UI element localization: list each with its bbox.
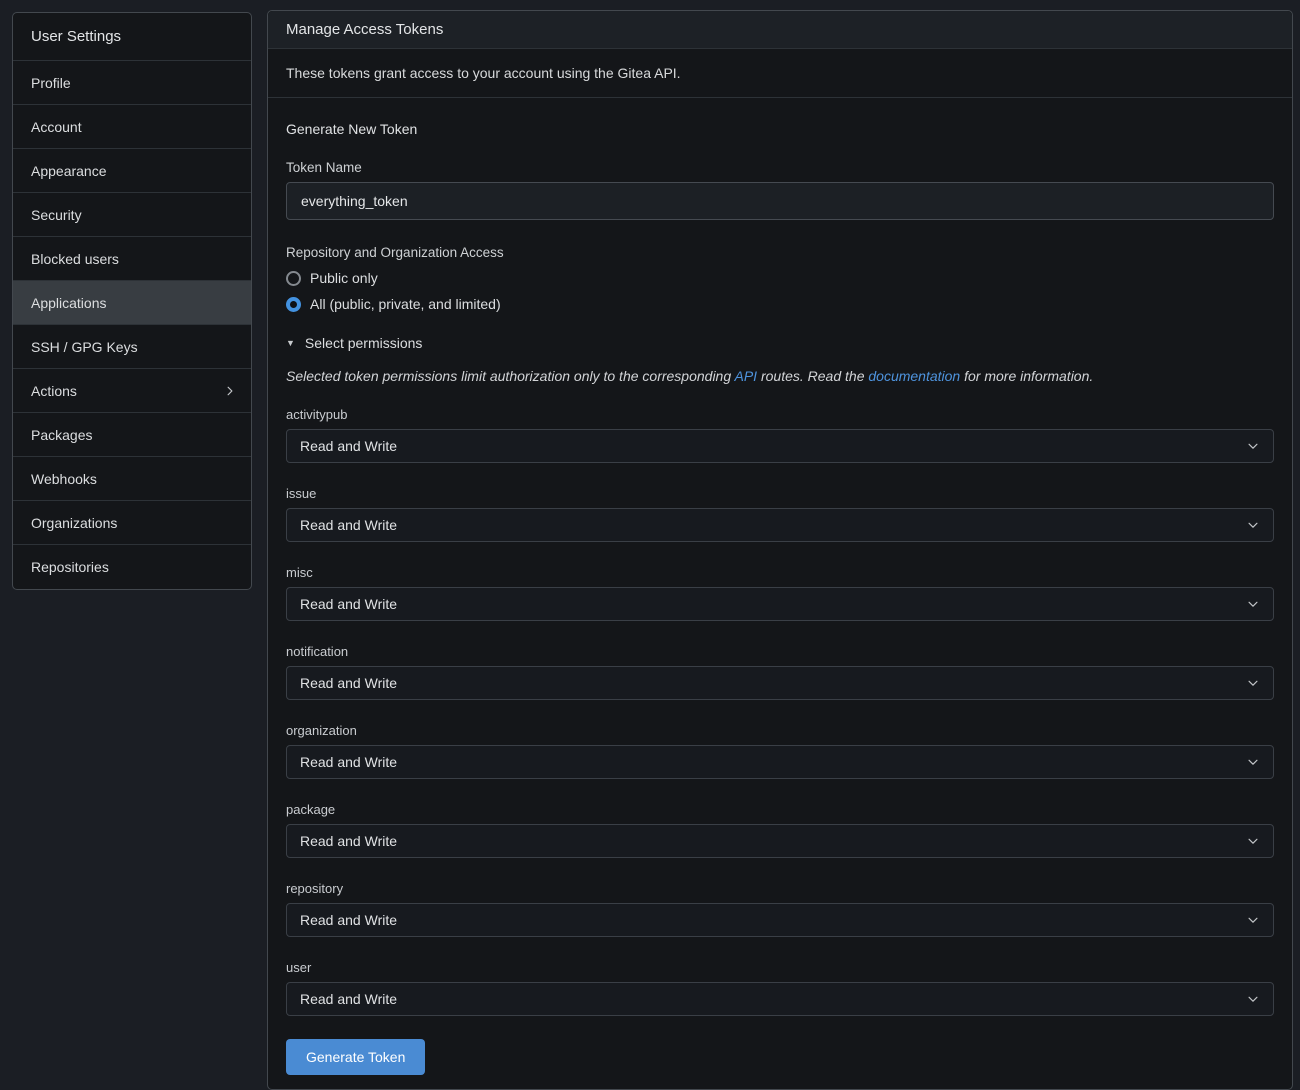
panel-title: Manage Access Tokens	[268, 11, 1292, 49]
sidebar-item-account[interactable]: Account	[13, 105, 251, 149]
selected-option: Read and Write	[300, 833, 397, 849]
sidebar-item-label: Blocked users	[31, 251, 119, 267]
scope-label: package	[286, 802, 1274, 817]
sidebar-item-organizations[interactable]: Organizations	[13, 501, 251, 545]
scope-label: notification	[286, 644, 1274, 659]
chevron-right-icon	[224, 385, 236, 397]
sidebar-item-profile[interactable]: Profile	[13, 61, 251, 105]
scope-group-package: package Read and Write	[286, 802, 1274, 858]
sidebar-item-label: Account	[31, 119, 82, 135]
selected-option: Read and Write	[300, 675, 397, 691]
scope-select-activitypub[interactable]: Read and Write	[286, 429, 1274, 463]
chevron-down-icon	[1246, 755, 1260, 769]
sidebar-title: User Settings	[13, 13, 251, 61]
scope-group-misc: misc Read and Write	[286, 565, 1274, 621]
scope-select-user[interactable]: Read and Write	[286, 982, 1274, 1016]
generate-token-form: Generate New Token Token Name Repository…	[268, 98, 1292, 1089]
sidebar-item-security[interactable]: Security	[13, 193, 251, 237]
sidebar-item-label: Applications	[31, 295, 107, 311]
sidebar-item-ssh-gpg-keys[interactable]: SSH / GPG Keys	[13, 325, 251, 369]
chevron-down-icon	[1246, 439, 1260, 453]
sidebar-item-label: Actions	[31, 383, 77, 399]
sidebar-item-actions[interactable]: Actions	[13, 369, 251, 413]
sidebar-item-label: Webhooks	[31, 471, 97, 487]
page: User Settings Profile Account Appearance…	[0, 0, 1300, 1090]
scope-label: repository	[286, 881, 1274, 896]
scope-group-repository: repository Read and Write	[286, 881, 1274, 937]
sidebar-item-repositories[interactable]: Repositories	[13, 545, 251, 589]
token-name-input[interactable]	[286, 182, 1274, 220]
sidebar-item-label: Packages	[31, 427, 92, 443]
chevron-down-icon	[1246, 597, 1260, 611]
selected-option: Read and Write	[300, 517, 397, 533]
radio-label: All (public, private, and limited)	[310, 296, 501, 312]
sidebar-item-label: Appearance	[31, 163, 107, 179]
caret-down-icon: ▼	[286, 339, 295, 348]
scope-select-misc[interactable]: Read and Write	[286, 587, 1274, 621]
sidebar-item-appearance[interactable]: Appearance	[13, 149, 251, 193]
chevron-down-icon	[1246, 913, 1260, 927]
scope-group-user: user Read and Write	[286, 960, 1274, 1016]
scope-label: organization	[286, 723, 1274, 738]
scope-select-notification[interactable]: Read and Write	[286, 666, 1274, 700]
select-permissions-toggle[interactable]: ▼ Select permissions	[286, 335, 1274, 351]
radio-unchecked-icon	[286, 271, 301, 286]
scope-select-organization[interactable]: Read and Write	[286, 745, 1274, 779]
sidebar-item-label: Organizations	[31, 515, 117, 531]
select-permissions-label: Select permissions	[305, 335, 423, 351]
chevron-down-icon	[1246, 834, 1260, 848]
radio-label: Public only	[310, 270, 378, 286]
chevron-down-icon	[1246, 992, 1260, 1006]
api-link[interactable]: API	[735, 368, 758, 384]
scope-label: user	[286, 960, 1274, 975]
radio-public-only[interactable]: Public only	[286, 270, 1274, 286]
token-name-label: Token Name	[286, 160, 1274, 175]
note-text: Selected token permissions limit authori…	[286, 368, 735, 384]
sidebar-item-packages[interactable]: Packages	[13, 413, 251, 457]
scope-select-package[interactable]: Read and Write	[286, 824, 1274, 858]
permissions-note: Selected token permissions limit authori…	[286, 368, 1274, 384]
scope-select-repository[interactable]: Read and Write	[286, 903, 1274, 937]
sidebar-item-label: Security	[31, 207, 82, 223]
section-title: Generate New Token	[286, 121, 1274, 137]
note-text: for more information.	[960, 368, 1093, 384]
generate-token-button[interactable]: Generate Token	[286, 1039, 425, 1075]
radio-checked-icon	[286, 297, 301, 312]
access-scope-label: Repository and Organization Access	[286, 245, 1274, 260]
documentation-link[interactable]: documentation	[868, 368, 960, 384]
sidebar-item-blocked-users[interactable]: Blocked users	[13, 237, 251, 281]
selected-option: Read and Write	[300, 438, 397, 454]
scope-label: issue	[286, 486, 1274, 501]
scope-group-organization: organization Read and Write	[286, 723, 1274, 779]
selected-option: Read and Write	[300, 596, 397, 612]
note-text: routes. Read the	[757, 368, 868, 384]
selected-option: Read and Write	[300, 754, 397, 770]
sidebar-item-label: Repositories	[31, 559, 109, 575]
settings-sidebar: User Settings Profile Account Appearance…	[12, 12, 252, 590]
sidebar-item-applications[interactable]: Applications	[13, 281, 251, 325]
radio-all-access[interactable]: All (public, private, and limited)	[286, 296, 1274, 312]
chevron-down-icon	[1246, 518, 1260, 532]
selected-option: Read and Write	[300, 991, 397, 1007]
scope-label: activitypub	[286, 407, 1274, 422]
sidebar-item-label: SSH / GPG Keys	[31, 339, 138, 355]
scope-label: misc	[286, 565, 1274, 580]
selected-option: Read and Write	[300, 912, 397, 928]
manage-access-tokens-panel: Manage Access Tokens These tokens grant …	[267, 10, 1293, 1090]
scope-select-issue[interactable]: Read and Write	[286, 508, 1274, 542]
scope-group-activitypub: activitypub Read and Write	[286, 407, 1274, 463]
sidebar-item-label: Profile	[31, 75, 71, 91]
panel-description: These tokens grant access to your accoun…	[268, 49, 1292, 98]
scope-group-issue: issue Read and Write	[286, 486, 1274, 542]
scope-group-notification: notification Read and Write	[286, 644, 1274, 700]
sidebar-item-webhooks[interactable]: Webhooks	[13, 457, 251, 501]
chevron-down-icon	[1246, 676, 1260, 690]
